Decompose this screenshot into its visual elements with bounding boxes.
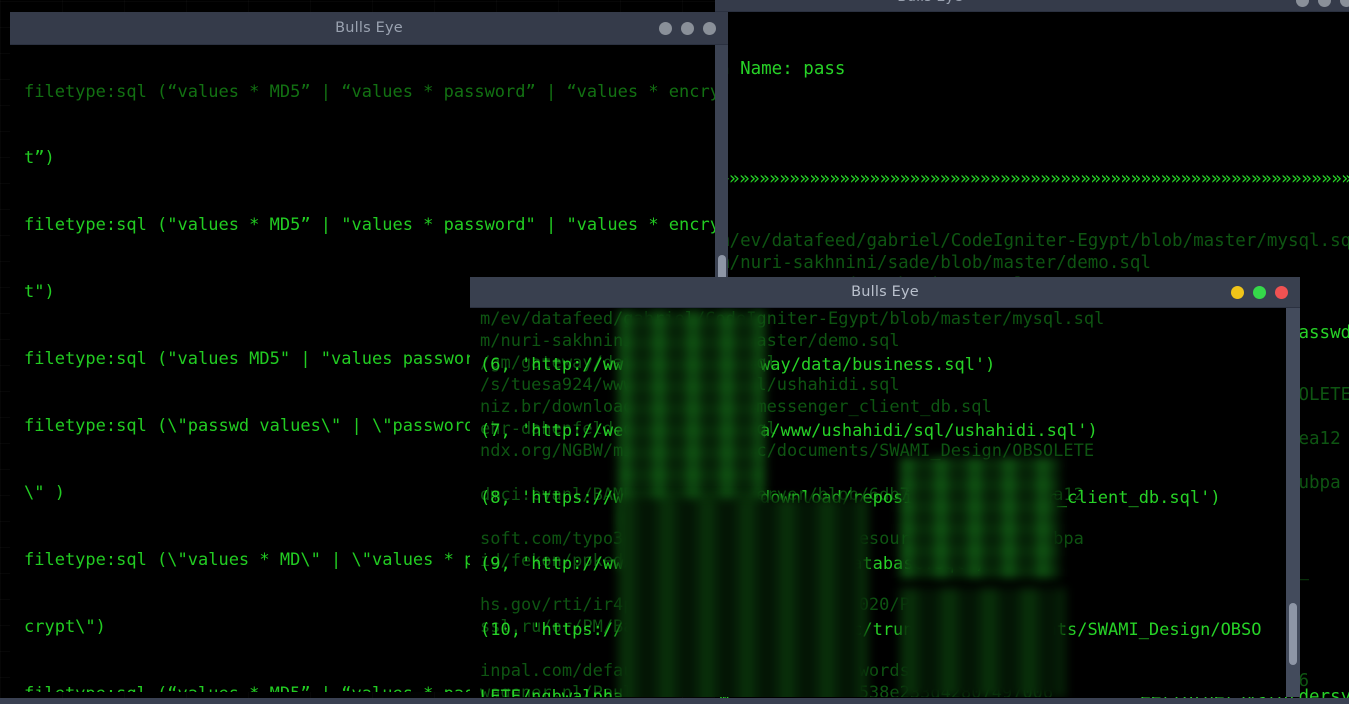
window-front-terminal[interactable]: Bulls Eye m/ev/datafeed/gabriel/CodeIgni… bbox=[470, 277, 1300, 697]
scrollbar-vertical-front[interactable] bbox=[1286, 308, 1300, 697]
desktop-screen: Bulls Eye a Name: pass »»»»»»»»»»»»»»»»»… bbox=[0, 0, 1349, 704]
terminal-line: a Name: pass bbox=[719, 59, 846, 79]
maximize-button-icon[interactable] bbox=[1318, 0, 1331, 7]
minimize-button-icon[interactable] bbox=[1231, 285, 1244, 299]
titlebar-front-terminal[interactable]: Bulls Eye bbox=[470, 277, 1300, 308]
taskbar[interactable] bbox=[0, 698, 1349, 704]
window-title: Bulls Eye bbox=[897, 0, 963, 5]
result-row-tail: download/repository/messenger_client_db.… bbox=[760, 487, 1221, 508]
terminal-line-partial: filetype:sql (“values * MD5” | “values *… bbox=[24, 81, 728, 102]
terminal-front-url-tails: way/data/business.sql') a/www/ushahidi/s… bbox=[760, 308, 1300, 697]
close-button-icon[interactable] bbox=[1275, 285, 1288, 299]
titlebar-background-terminal[interactable]: Bulls Eye bbox=[715, 0, 1349, 12]
result-row-tail: way/data/business.sql') bbox=[760, 355, 996, 376]
maximize-button-icon[interactable] bbox=[681, 21, 694, 35]
scrollbar-thumb[interactable] bbox=[1289, 603, 1297, 665]
result-row-tail: /NGBW/misc/trunk/misc/documents/SWAMI_De… bbox=[760, 620, 1262, 641]
maximize-button-icon[interactable] bbox=[1253, 285, 1266, 299]
close-button-icon[interactable] bbox=[703, 21, 716, 35]
window-buttons-left bbox=[659, 12, 716, 44]
terminal-line: t”) bbox=[24, 148, 55, 169]
terminal-line: filetype:sql ("values * MD5” | "values *… bbox=[24, 215, 728, 236]
close-button-icon[interactable] bbox=[1340, 0, 1349, 7]
window-title: Bulls Eye bbox=[851, 284, 919, 300]
window-buttons-background bbox=[1296, 0, 1349, 11]
result-row-tail: feld.de/database.sql') bbox=[760, 554, 986, 575]
result-row-tail: a/www/ushahidi/sql/ushahidi.sql') bbox=[760, 421, 1098, 442]
minimize-button-icon[interactable] bbox=[1296, 0, 1309, 7]
window-buttons-front bbox=[1231, 277, 1288, 307]
terminal-front[interactable]: m/ev/datafeed/gabriel/CodeIgniter-Egypt/… bbox=[470, 308, 1300, 697]
terminal-separator-line: »»»»»»»»»»»»»»»»»»»»»»»»»»»»»»»»»»»»»»»»… bbox=[719, 169, 1349, 189]
window-title: Bulls Eye bbox=[335, 20, 403, 36]
titlebar-left-terminal[interactable]: Bulls Eye bbox=[10, 12, 728, 45]
minimize-button-icon[interactable] bbox=[659, 21, 672, 35]
